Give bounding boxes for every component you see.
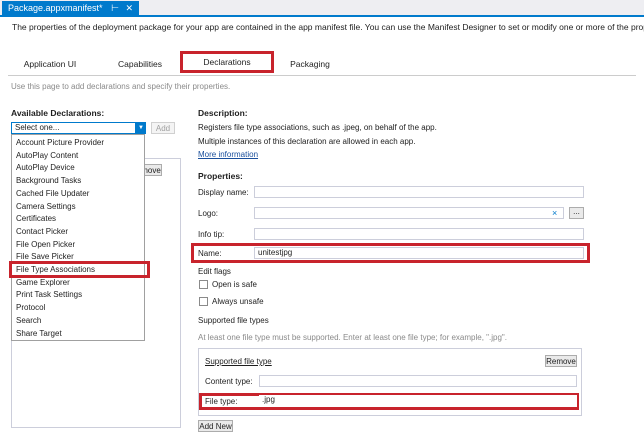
more-information-link[interactable]: More information	[198, 150, 258, 159]
declaration-select-value: Select one...	[15, 123, 60, 132]
highlight-file-type-associations	[9, 261, 150, 278]
document-tab-title: Package.appxmanifest*	[8, 3, 103, 13]
list-item[interactable]: Game Explorer	[16, 277, 70, 289]
description-heading: Description:	[198, 108, 248, 118]
properties-heading: Properties:	[198, 171, 243, 181]
list-item[interactable]: Print Task Settings	[16, 289, 82, 301]
description-line-2: Multiple instances of this declaration a…	[198, 137, 416, 146]
intro-text: The properties of the deployment package…	[12, 22, 644, 32]
list-item[interactable]: Share Target	[16, 328, 62, 340]
list-item[interactable]: Protocol	[16, 302, 45, 314]
always-unsafe-label: Always unsafe	[212, 297, 264, 306]
list-item[interactable]: Search	[16, 315, 41, 327]
name-label: Name:	[198, 249, 222, 258]
list-item[interactable]: AutoPlay Device	[16, 162, 75, 174]
always-unsafe-checkbox[interactable]	[199, 297, 208, 306]
pin-icon[interactable]: ⊢	[111, 1, 119, 16]
tab-capabilities[interactable]: Capabilities	[108, 55, 172, 73]
list-item[interactable]: Camera Settings	[16, 201, 76, 213]
logo-label: Logo:	[198, 209, 219, 218]
add-new-file-type-button[interactable]: Add New	[198, 420, 233, 432]
list-item[interactable]: Cached File Updater	[16, 188, 89, 200]
clear-icon[interactable]: ×	[552, 207, 557, 219]
remove-file-type-button[interactable]: Remove	[545, 355, 577, 367]
list-item[interactable]: Certificates	[16, 213, 56, 225]
display-name-field[interactable]	[254, 186, 584, 198]
page-hint: Use this page to add declarations and sp…	[11, 82, 231, 91]
declaration-select[interactable]: Select one...	[11, 122, 136, 134]
list-item[interactable]: Account Picture Provider	[16, 137, 104, 149]
name-field[interactable]: unitestjpg	[254, 247, 584, 259]
file-type-field[interactable]: .jpg	[259, 395, 577, 407]
list-item[interactable]: Contact Picker	[16, 226, 68, 238]
description-line-1: Registers file type associations, such a…	[198, 123, 437, 132]
tab-declarations[interactable]: Declarations	[180, 51, 274, 73]
open-is-safe-label: Open is safe	[212, 280, 257, 289]
file-type-label: File type:	[205, 397, 238, 406]
tab-underline	[8, 75, 636, 76]
tab-packaging[interactable]: Packaging	[280, 55, 340, 73]
content-type-label: Content type:	[205, 377, 253, 386]
supported-file-types-heading: Supported file types	[198, 316, 269, 325]
close-icon[interactable]: ✕	[125, 1, 133, 16]
open-is-safe-checkbox[interactable]	[199, 280, 208, 289]
browse-logo-button[interactable]: ...	[569, 207, 584, 219]
list-item[interactable]: AutoPlay Content	[16, 150, 78, 162]
logo-field[interactable]	[254, 207, 564, 219]
supported-file-type-title: Supported file type	[205, 357, 272, 366]
declaration-dropdown-list: Account Picture Provider AutoPlay Conten…	[11, 134, 145, 341]
list-item[interactable]: Background Tasks	[16, 175, 81, 187]
chevron-down-icon[interactable]: ▼	[136, 122, 146, 134]
add-declaration-button: Add	[151, 122, 175, 134]
list-item[interactable]: File Open Picker	[16, 239, 75, 251]
display-name-label: Display name:	[198, 188, 249, 197]
content-type-field[interactable]	[259, 375, 577, 387]
document-tab[interactable]: Package.appxmanifest* ⊢ ✕	[2, 1, 139, 16]
info-tip-label: Info tip:	[198, 230, 225, 239]
available-declarations-heading: Available Declarations:	[11, 108, 105, 118]
tab-application-ui[interactable]: Application UI	[14, 55, 86, 73]
info-tip-field[interactable]	[254, 228, 584, 240]
supported-file-types-hint: At least one file type must be supported…	[198, 333, 507, 342]
edit-flags-label: Edit flags	[198, 267, 231, 276]
